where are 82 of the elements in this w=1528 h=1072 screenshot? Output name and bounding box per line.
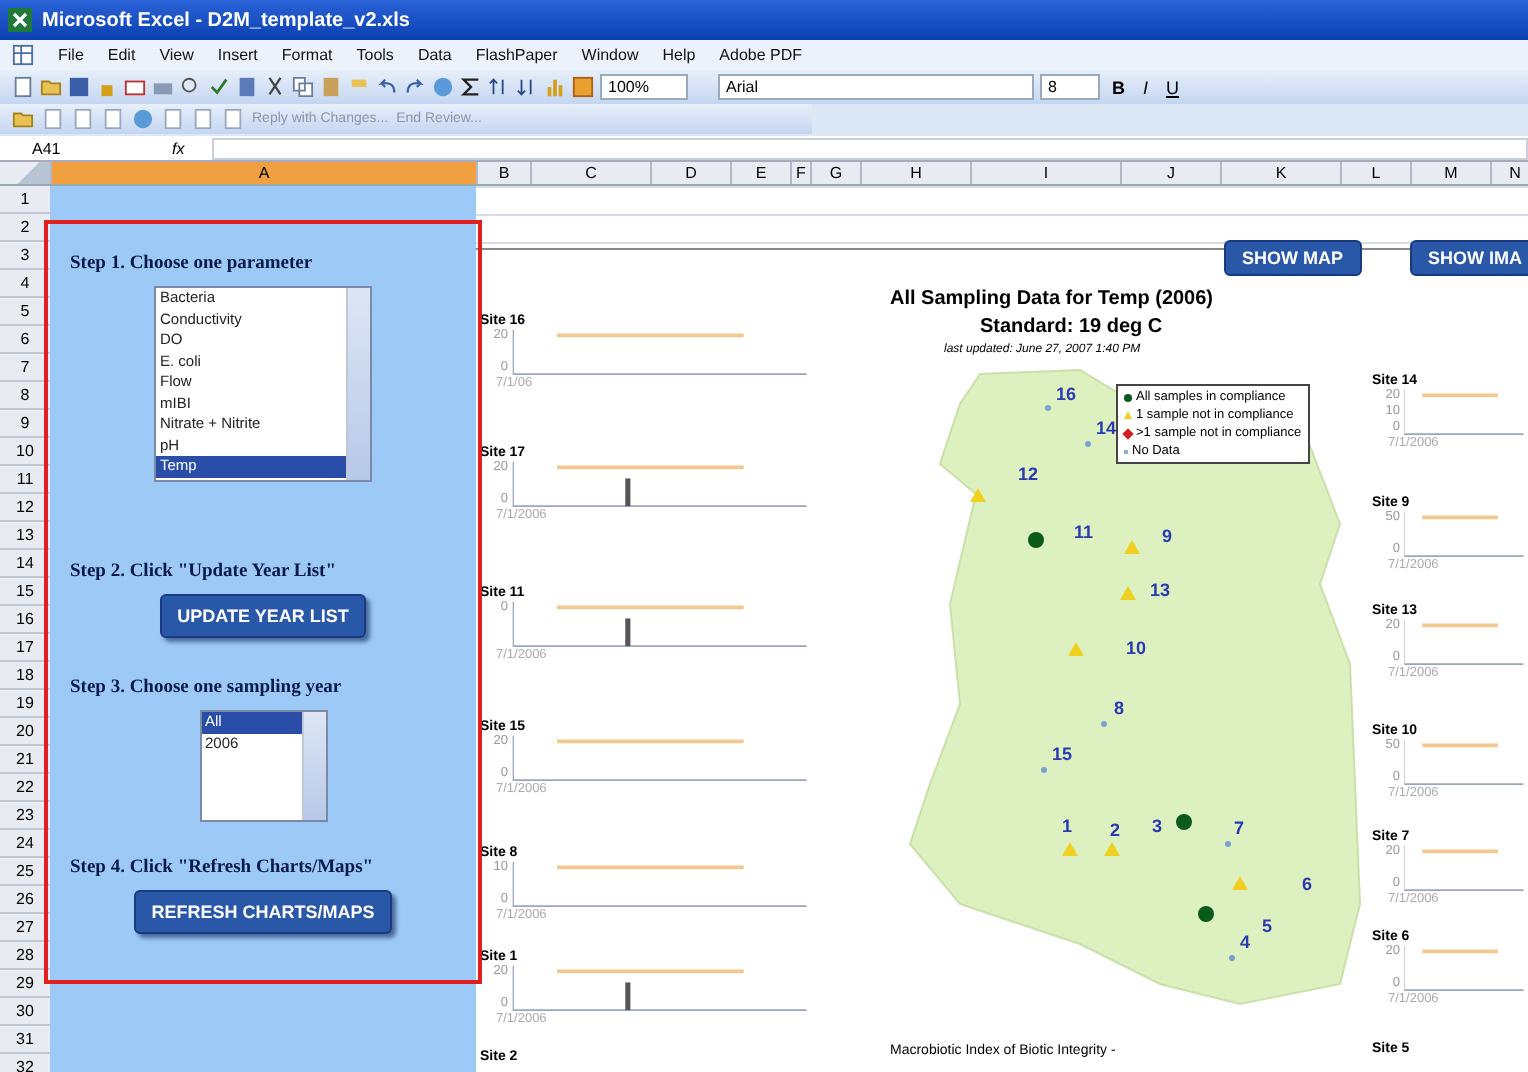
site-label: 14 bbox=[1096, 418, 1117, 438]
sortup-icon[interactable] bbox=[488, 76, 510, 98]
column-header[interactable]: I bbox=[970, 162, 1120, 184]
menu-item[interactable]: Adobe PDF bbox=[719, 46, 803, 64]
column-header[interactable]: M bbox=[1410, 162, 1490, 184]
sheet-button[interactable]: SHOW MAP bbox=[1224, 240, 1361, 276]
step-label: Step 2. Click "Update Year List" bbox=[70, 562, 336, 582]
font-field[interactable]: Arial bbox=[718, 74, 1034, 100]
column-header[interactable]: F bbox=[790, 162, 810, 184]
column-header[interactable]: N bbox=[1490, 162, 1528, 184]
check-icon[interactable] bbox=[208, 76, 230, 98]
page-icon[interactable] bbox=[222, 108, 244, 130]
action-button[interactable]: REFRESH CHARTS/MAPS bbox=[133, 890, 393, 934]
name-box[interactable]: A41 bbox=[0, 139, 172, 157]
site-label: 13 bbox=[1150, 580, 1171, 600]
page-icon[interactable] bbox=[192, 108, 214, 130]
menu-item[interactable]: Data bbox=[417, 46, 452, 64]
formula-field[interactable] bbox=[212, 137, 1528, 159]
font-size-field[interactable]: 8 bbox=[1040, 74, 1100, 100]
site-label: 10 bbox=[1126, 638, 1147, 658]
folder-icon[interactable] bbox=[12, 108, 34, 130]
page-icon[interactable] bbox=[102, 108, 124, 130]
site-label: 9 bbox=[1162, 526, 1173, 546]
column-header[interactable]: K bbox=[1220, 162, 1340, 184]
column-header[interactable]: H bbox=[860, 162, 970, 184]
page-icon[interactable] bbox=[162, 108, 184, 130]
site-label: 1 bbox=[1062, 816, 1073, 836]
step-label: Step 4. Click "Refresh Charts/Maps" bbox=[70, 858, 374, 878]
action-button[interactable]: UPDATE YEAR LIST bbox=[159, 594, 367, 638]
redo-icon[interactable] bbox=[404, 76, 426, 98]
scissors-icon[interactable] bbox=[264, 76, 286, 98]
sheet-button[interactable]: SHOW IMA bbox=[1410, 240, 1528, 276]
folder-icon[interactable] bbox=[40, 76, 62, 98]
menu-item[interactable]: Format bbox=[281, 46, 333, 64]
site-label: 3 bbox=[1152, 816, 1163, 836]
page-icon[interactable] bbox=[42, 108, 64, 130]
page-icon[interactable] bbox=[72, 108, 94, 130]
zoom-field[interactable]: 100% bbox=[600, 74, 688, 100]
sortdown-icon[interactable] bbox=[516, 76, 538, 98]
column-header[interactable]: J bbox=[1120, 162, 1220, 184]
site-label: 12 bbox=[1018, 464, 1039, 484]
spreadsheet-icon bbox=[8, 8, 32, 32]
menu-item[interactable]: Tools bbox=[356, 46, 394, 64]
site-label: 15 bbox=[1052, 744, 1073, 764]
site-label: 4 bbox=[1240, 932, 1251, 952]
format-button[interactable]: I bbox=[1137, 77, 1155, 97]
site-label: 6 bbox=[1302, 874, 1313, 894]
sigma-icon[interactable] bbox=[460, 76, 482, 98]
page-icon[interactable] bbox=[12, 76, 34, 98]
site-label: 2 bbox=[1110, 820, 1121, 840]
menu-item[interactable]: Insert bbox=[217, 46, 258, 64]
scrollbar[interactable] bbox=[346, 288, 370, 480]
menu-item[interactable]: View bbox=[159, 46, 194, 64]
site-label: 7 bbox=[1234, 818, 1245, 838]
window-title: Microsoft Excel - D2M_template_v2.xls bbox=[42, 9, 410, 31]
column-header[interactable]: E bbox=[730, 162, 790, 184]
copy-icon[interactable] bbox=[292, 76, 314, 98]
site-label: 16 bbox=[1056, 384, 1077, 404]
menu-item[interactable]: Window bbox=[581, 46, 639, 64]
sheet-icon[interactable] bbox=[12, 44, 34, 66]
step-label: Step 1. Choose one parameter bbox=[70, 254, 313, 274]
function-label[interactable]: fx bbox=[172, 139, 212, 157]
menu-item[interactable]: Help bbox=[662, 46, 696, 64]
standard-label: Standard: 19 deg C bbox=[980, 316, 1163, 338]
column-header[interactable]: A bbox=[50, 162, 476, 184]
column-header[interactable]: L bbox=[1340, 162, 1410, 184]
menu-item[interactable]: Edit bbox=[107, 46, 136, 64]
site-label: 5 bbox=[1262, 916, 1273, 936]
undo-icon[interactable] bbox=[376, 76, 398, 98]
menu-item[interactable]: FlashPaper bbox=[475, 46, 558, 64]
format-button[interactable]: B bbox=[1106, 77, 1131, 97]
format-button[interactable]: U bbox=[1160, 77, 1186, 97]
menu-item[interactable]: File bbox=[58, 46, 84, 64]
step-label: Step 3. Choose one sampling year bbox=[70, 678, 342, 698]
map-title: All Sampling Data for Temp (2006) bbox=[890, 288, 1214, 310]
site-label: 8 bbox=[1114, 698, 1125, 718]
scrollbar[interactable] bbox=[301, 712, 325, 820]
site-label: 11 bbox=[1074, 522, 1094, 542]
column-header[interactable]: D bbox=[650, 162, 730, 184]
column-header[interactable]: G bbox=[810, 162, 860, 184]
column-header[interactable]: C bbox=[530, 162, 650, 184]
column-header[interactable]: B bbox=[476, 162, 530, 184]
